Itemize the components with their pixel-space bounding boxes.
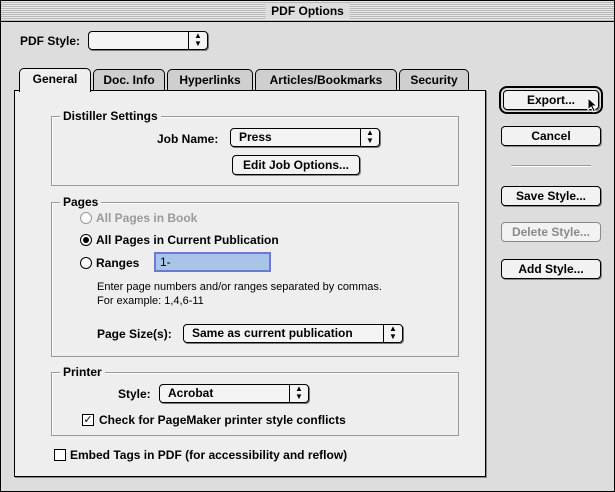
select-arrows-icon: ▲ ▼ bbox=[289, 385, 308, 402]
printer-style-select[interactable]: Acrobat ▲ ▼ bbox=[159, 384, 309, 403]
printer-style-label: Style: bbox=[118, 387, 151, 401]
window-title: PDF Options bbox=[265, 3, 350, 19]
pdf-style-select[interactable]: ▲ ▼ bbox=[88, 31, 208, 50]
general-panel: Distiller Settings Job Name: Press ▲ ▼ Ed… bbox=[14, 90, 486, 477]
distiller-settings-title: Distiller Settings bbox=[60, 109, 161, 123]
all-pages-in-publication-label: All Pages in Current Publication bbox=[96, 233, 279, 247]
check-conflicts-label: Check for PageMaker printer style confli… bbox=[99, 413, 346, 427]
tab-hyperlinks[interactable]: Hyperlinks bbox=[167, 69, 253, 91]
distiller-settings-group bbox=[51, 116, 459, 186]
title-bar[interactable]: PDF Options bbox=[1, 1, 614, 22]
select-arrows-icon: ▲ ▼ bbox=[188, 32, 207, 49]
select-arrows-icon: ▲ ▼ bbox=[360, 129, 379, 146]
job-name-label: Job Name: bbox=[157, 132, 219, 146]
cancel-button[interactable]: Cancel bbox=[501, 126, 601, 146]
tab-doc-info[interactable]: Doc. Info bbox=[93, 69, 165, 91]
edit-job-options-button[interactable]: Edit Job Options... bbox=[232, 155, 360, 175]
save-style-button[interactable]: Save Style... bbox=[501, 186, 601, 206]
embed-tags-label: Embed Tags in PDF (for accessibility and… bbox=[70, 448, 348, 462]
tab-articles-bookmarks[interactable]: Articles/Bookmarks bbox=[255, 69, 397, 91]
check-conflicts-checkbox[interactable]: ✓ bbox=[82, 414, 94, 426]
pdf-style-label: PDF Style: bbox=[20, 34, 81, 48]
ranges-hint-line2: For example: 1,4,6-11 bbox=[97, 295, 204, 307]
printer-style-value: Acrobat bbox=[168, 386, 214, 400]
page-size-label: Page Size(s): bbox=[97, 327, 172, 341]
tab-security[interactable]: Security bbox=[399, 69, 469, 91]
add-style-button[interactable]: Add Style... bbox=[501, 259, 601, 279]
embed-tags-checkbox[interactable] bbox=[54, 449, 66, 461]
all-pages-in-book-radio[interactable] bbox=[80, 212, 92, 224]
pdf-options-dialog: PDF Options PDF Style: ▲ ▼ General Doc. I… bbox=[0, 0, 615, 492]
page-size-value: Same as current publication bbox=[192, 326, 353, 340]
mouse-pointer-icon bbox=[587, 97, 599, 113]
delete-style-button[interactable]: Delete Style... bbox=[501, 222, 601, 242]
checkmark-icon: ✓ bbox=[83, 414, 93, 426]
select-arrows-icon: ▲ ▼ bbox=[383, 325, 402, 342]
export-button[interactable]: Export... bbox=[499, 86, 603, 114]
ranges-label: Ranges bbox=[96, 256, 140, 270]
ranges-input[interactable]: 1- bbox=[154, 252, 271, 272]
all-pages-in-publication-radio[interactable] bbox=[80, 234, 92, 246]
button-separator bbox=[511, 165, 591, 166]
job-name-value: Press bbox=[239, 130, 272, 144]
ranges-hint-line1: Enter page numbers and/or ranges separat… bbox=[97, 281, 382, 293]
all-pages-in-book-label: All Pages in Book bbox=[96, 211, 198, 225]
pages-title: Pages bbox=[60, 195, 102, 209]
tab-general[interactable]: General bbox=[19, 68, 91, 92]
page-size-select[interactable]: Same as current publication ▲ ▼ bbox=[183, 324, 403, 343]
ranges-radio[interactable] bbox=[80, 257, 92, 269]
job-name-select[interactable]: Press ▲ ▼ bbox=[230, 128, 380, 147]
printer-title: Printer bbox=[60, 365, 105, 379]
